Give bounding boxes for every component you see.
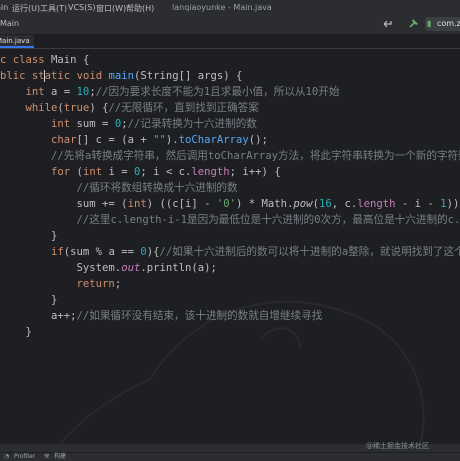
editor-tab-bar: Main.java	[0, 35, 460, 49]
code-line-5: int sum = 0;//记录转换为十六进制的数	[51, 118, 257, 130]
menu-item-main[interactable]: ain	[0, 3, 8, 12]
run-config-selector[interactable]: ▮ com.zu	[425, 17, 460, 31]
run-config-icon: ▮	[427, 19, 432, 28]
code-line-10: sum += (int) ((c[i] - '0') * Math.pow(16…	[0, 198, 460, 210]
back-arrow-icon[interactable]	[382, 18, 393, 32]
tab-main-java[interactable]: Main.java	[0, 35, 34, 48]
code-line-2: blic static void main(String[] args) {	[0, 70, 243, 82]
code-editor[interactable]: c class Main { blic static void main(Str…	[0, 49, 460, 444]
toolbar: Main ▮ com.zu	[0, 16, 460, 35]
code-line-18: }	[0, 326, 32, 338]
code-line-16: }	[0, 294, 58, 306]
code-line-4: while(true) {//无限循环，直到找到正确答案	[25, 102, 259, 114]
code-line-9: //循环将数组转换成十六进制的数	[76, 182, 238, 194]
code-line-6: char[] c = (a + "").toCharArray();	[51, 134, 268, 146]
code-line-7: //先将a转换成字符串，然后调用toCharArray方法，将此字符串转换为一个…	[51, 150, 460, 162]
menu-item-run[interactable]: 运行(U)	[12, 3, 40, 14]
code-line-14: System.out.println(a);	[0, 262, 217, 274]
breadcrumb[interactable]: Main	[0, 19, 19, 28]
menu-item-vcs[interactable]: VCS(S)	[68, 3, 95, 12]
code-line-15: return;	[76, 278, 122, 290]
menu-item-help[interactable]: 帮助(H)	[126, 3, 154, 14]
window-title: lanqiaoyunke - Main.java	[172, 3, 272, 12]
tab-label: Main.java	[0, 37, 30, 45]
code-line-1: c class Main {	[0, 54, 90, 66]
menu-bar: ain 运行(U) 工具(T) VCS(S) 窗口(W) 帮助(H) lanqi…	[0, 0, 460, 16]
menu-item-window[interactable]: 窗口(W)	[96, 3, 126, 14]
code-line-8: for (int i = 0; i < c.length; i++) {	[51, 166, 281, 178]
hammer-icon[interactable]	[408, 18, 419, 32]
code-line-13: if(sum % a == 0){//如果十六进制后的数可以将十进制的a整除，就…	[51, 246, 460, 258]
code-line-12: }	[0, 230, 58, 242]
code-line-17: a++;//如果循环没有结束，该十进制的数就自增继续寻找	[0, 310, 323, 322]
code-line-3: int a = 10;//因为要求长度不能为1且求最小值，所以从10开始	[25, 86, 340, 98]
menu-item-tools[interactable]: 工具(T)	[40, 3, 67, 14]
watermark: @稀土掘金技术社区	[366, 442, 429, 450]
run-config-label: com.zu	[437, 19, 460, 28]
code-line-11: //这里c.length-i-1是因为最低位是十六进制的0次方，最高位是十六进制…	[76, 214, 460, 226]
